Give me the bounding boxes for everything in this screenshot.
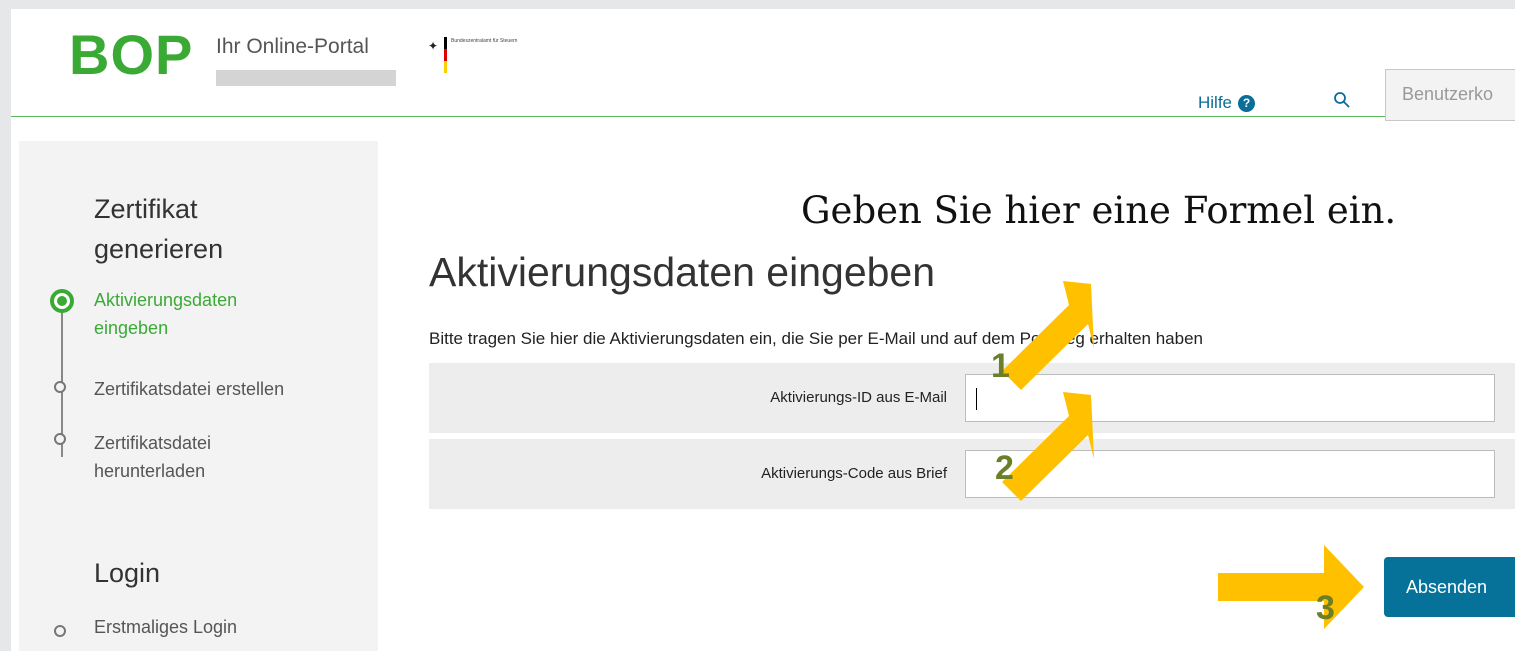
annotation-number-3: 3 [1316,589,1335,627]
page-title: Aktivierungsdaten eingeben [429,249,936,295]
logo-subtitle: Ihr Online-Portal [216,35,369,58]
sidebar-step-erstmaliges-login[interactable]: Erstmaliges Login [94,613,354,641]
sidebar-step-erstellen[interactable]: Zertifikatsdatei erstellen [94,375,364,403]
activation-id-input[interactable] [965,374,1495,422]
intro-text: Bitte tragen Sie hier die Aktivierungsda… [429,329,1203,348]
bop-logo[interactable]: BOP [69,27,193,83]
activation-code-label: Aktivierungs-Code aus Brief [761,465,947,482]
sidebar: Zertifikat generieren Aktivierungsdaten … [19,141,378,651]
activation-code-input[interactable] [965,450,1495,498]
activation-id-label: Aktivierungs-ID aus E-Mail [770,389,947,406]
form-row-activation-id: Aktivierungs-ID aus E-Mail [429,363,1515,433]
help-link[interactable]: Hilfe ? [1198,93,1256,113]
header: BOP Ihr Online-Portal ✦ Bundeszentralamt… [11,9,1515,121]
question-circle-icon: ? [1238,94,1256,112]
annotation-number-2: 2 [995,449,1014,487]
sidebar-section-login: Login [94,558,161,588]
form-row-activation-code: Aktivierungs-Code aus Brief [429,439,1515,509]
formula-hint-text: Geben Sie hier eine Formel ein. [801,189,1397,232]
annotation-number-1: 1 [991,347,1010,385]
active-step-icon [50,289,74,313]
sidebar-section-certificate: Zertifikat generieren [94,194,224,264]
agency-text: Bundeszentralamt für Steuern [451,38,518,44]
step-dot-icon [54,625,66,637]
step-dot-icon [54,433,66,445]
eagle-icon: ✦ [428,39,439,53]
submit-button[interactable]: Absenden [1384,557,1515,617]
page: BOP Ihr Online-Portal ✦ Bundeszentralamt… [11,9,1515,651]
user-account-button[interactable]: Benutzerko [1385,69,1515,121]
text-caret [976,388,977,410]
annotation-arrow-3 [1218,545,1364,629]
sidebar-step-herunterladen[interactable]: Zertifikatsdatei herunterladen [94,429,284,485]
flag-stripe [444,37,447,73]
help-label: Hilfe [1198,93,1233,112]
search-icon[interactable] [1333,91,1351,109]
step-dot-icon [54,381,66,393]
agency-logo: ✦ Bundeszentralamt für Steuern [428,37,548,73]
logo-placeholder-bar [216,70,396,86]
sidebar-step-aktivierungsdaten[interactable]: Aktivierungsdaten eingeben [94,286,294,342]
